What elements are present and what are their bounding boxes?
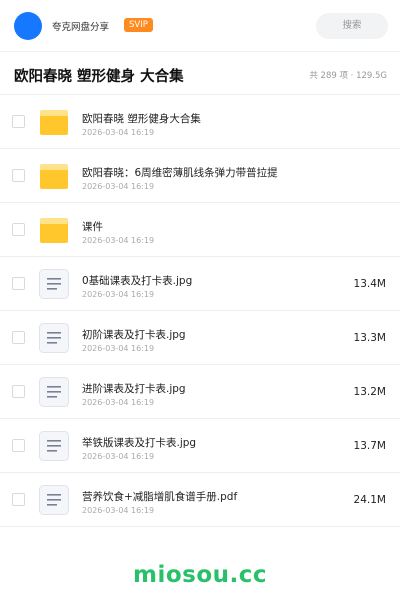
item-date: 2026-03-04 16:19: [82, 398, 155, 407]
brand-name: 夸克网盘分享: [52, 22, 110, 33]
item-name: 进阶课表及打卡表.jpg: [82, 383, 186, 395]
document-icon: [38, 484, 70, 516]
select-checkbox[interactable]: [12, 439, 25, 452]
file-row[interactable]: 初阶课表及打卡表.jpg 2026-03-04 16:19 13.3M: [0, 311, 400, 365]
item-date: 2026-03-04 16:19: [82, 236, 155, 245]
folder-icon: [38, 214, 70, 246]
item-size: 13.3M: [353, 332, 386, 344]
item-date: 2026-03-04 16:19: [82, 506, 155, 515]
document-icon: [38, 376, 70, 408]
document-icon: [38, 430, 70, 462]
select-checkbox[interactable]: [12, 385, 25, 398]
file-row[interactable]: 进阶课表及打卡表.jpg 2026-03-04 16:19 13.2M: [0, 365, 400, 419]
watermark-text: miosou.cc: [132, 562, 268, 588]
item-size: 13.4M: [353, 278, 386, 290]
svip-badge: SVIP: [124, 18, 153, 32]
item-name: 初阶课表及打卡表.jpg: [82, 329, 186, 341]
file-list: 欧阳春晓 塑形健身大合集 2026-03-04 16:19 欧阳春晓：6周维密薄肌线…: [0, 95, 400, 527]
folder-row[interactable]: 欧阳春晓：6周维密薄肌线条弹力带普拉提 2026-03-04 16:19: [0, 149, 400, 203]
select-checkbox[interactable]: [12, 331, 25, 344]
folder-meta: 共 289 项 · 129.5G: [309, 71, 387, 81]
file-row[interactable]: 0基础课表及打卡表.jpg 2026-03-04 16:19 13.4M: [0, 257, 400, 311]
item-size: 13.2M: [353, 386, 386, 398]
select-checkbox[interactable]: [12, 223, 25, 236]
select-checkbox[interactable]: [12, 277, 25, 290]
header-bar: 夸克网盘分享 SVIP 搜索: [0, 0, 400, 52]
folder-row[interactable]: 欧阳春晓 塑形健身大合集 2026-03-04 16:19: [0, 95, 400, 149]
select-checkbox[interactable]: [12, 493, 25, 506]
document-icon: [38, 322, 70, 354]
folder-icon: [38, 160, 70, 192]
page-title: 欧阳春晓 塑形健身 大合集: [14, 69, 184, 85]
app-window: 夸克网盘分享 SVIP 搜索 欧阳春晓 塑形健身 大合集 共 289 项 · 1…: [0, 0, 400, 600]
item-size: 24.1M: [353, 494, 386, 506]
item-date: 2026-03-04 16:19: [82, 452, 155, 461]
file-row[interactable]: 举铁版课表及打卡表.jpg 2026-03-04 16:19 13.7M: [0, 419, 400, 473]
item-size: 13.7M: [353, 440, 386, 452]
item-name: 0基础课表及打卡表.jpg: [82, 275, 193, 287]
folder-header: 欧阳春晓 塑形健身 大合集 共 289 项 · 129.5G: [0, 53, 400, 95]
avatar[interactable]: [14, 12, 42, 40]
folder-row[interactable]: 课件 2026-03-04 16:19: [0, 203, 400, 257]
select-checkbox[interactable]: [12, 169, 25, 182]
item-date: 2026-03-04 16:19: [82, 128, 155, 137]
item-date: 2026-03-04 16:19: [82, 290, 155, 299]
search-button[interactable]: 搜索: [316, 13, 388, 39]
item-name: 营养饮食+减脂增肌食谱手册.pdf: [82, 491, 238, 503]
folder-icon: [38, 106, 70, 138]
select-checkbox[interactable]: [12, 115, 25, 128]
item-name: 举铁版课表及打卡表.jpg: [82, 437, 197, 449]
item-date: 2026-03-04 16:19: [82, 344, 155, 353]
document-icon: [38, 268, 70, 300]
item-name: 课件: [82, 221, 103, 233]
item-name: 欧阳春晓：6周维密薄肌线条弹力带普拉提: [82, 167, 278, 179]
item-date: 2026-03-04 16:19: [82, 182, 155, 191]
item-name: 欧阳春晓 塑形健身大合集: [82, 113, 201, 125]
file-row[interactable]: 营养饮食+减脂增肌食谱手册.pdf 2026-03-04 16:19 24.1M: [0, 473, 400, 527]
